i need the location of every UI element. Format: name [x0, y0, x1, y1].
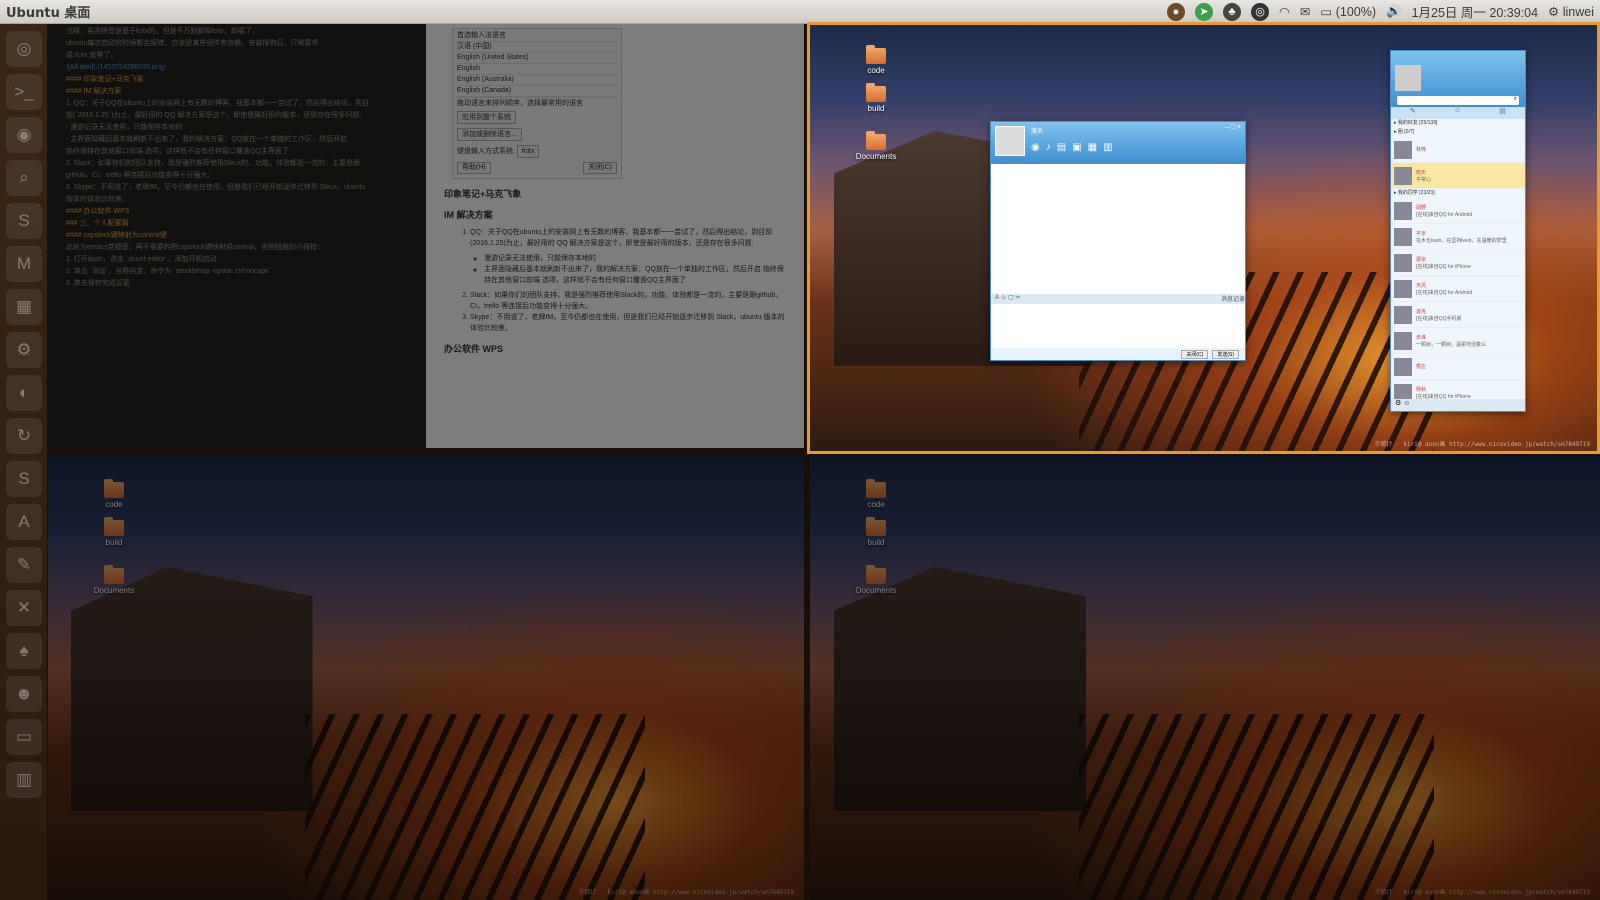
sublime-icon[interactable]: S — [6, 203, 42, 239]
workspace-1[interactable]: 注释：虽则拼音是基于fcitx的，但是千万别卸掉fcitx，卸载了，ubuntu… — [48, 24, 804, 448]
clock[interactable]: 1月25日 周一 20:39:04 — [1412, 2, 1538, 21]
battery-indicator[interactable]: ▭ (100%) — [1320, 4, 1376, 19]
pen-icon[interactable]: ✎ — [6, 547, 42, 583]
qq-tray-icon[interactable]: ● — [1167, 2, 1185, 21]
firefox-icon[interactable]: ◐ — [6, 375, 42, 411]
active-workspace-highlight — [807, 22, 1600, 454]
wifi-icon[interactable]: ◠ — [1279, 4, 1290, 19]
launcher: ◎ >_ ◉ ⌕ S M ▦ ⚙ ◐ ↻ S A ✎ ✕ ♠ ☻ ▭ ▥ — [0, 24, 48, 900]
battery-percent: (100%) — [1335, 5, 1376, 19]
inactive-overlay — [48, 456, 804, 900]
workspace-4[interactable]: code build Documents 夕焼け · kiri@ anon画 h… — [810, 456, 1600, 900]
top-panel: Ubuntu 桌面 ● ➤ ♣ ◎ ◠ ✉ ▭ (100%) 🔊 1月25日 周… — [0, 0, 1600, 24]
system-tray: ● ➤ ♣ ◎ ◠ ✉ ▭ (100%) 🔊 1月25日 周一 20:39:04… — [1167, 2, 1600, 21]
window-title: Ubuntu 桌面 — [6, 6, 91, 21]
qq-icon[interactable]: ☻ — [6, 676, 42, 712]
tools-icon[interactable]: ✕ — [6, 590, 42, 626]
penguin-tray-icon[interactable]: ♣ — [1223, 2, 1241, 21]
evernote-icon[interactable]: ♠ — [6, 633, 42, 669]
volume-icon[interactable]: 🔊 — [1386, 4, 1402, 19]
update-icon[interactable]: ↻ — [6, 418, 42, 454]
gmail-icon[interactable]: M — [6, 246, 42, 282]
settings-icon[interactable]: ⚙ — [6, 332, 42, 368]
software-center-icon[interactable]: A — [6, 504, 42, 540]
chrome-icon[interactable]: ◉ — [6, 117, 42, 153]
telegram-tray-icon[interactable]: ➤ — [1195, 2, 1213, 21]
workspace-3[interactable]: code build Documents 夕焼け · kiri@ anon画 h… — [48, 456, 804, 900]
user-menu[interactable]: ⚙ linwei — [1548, 4, 1594, 19]
trash-icon[interactable]: ▥ — [6, 762, 42, 798]
skype-icon[interactable]: S — [6, 461, 42, 497]
inactive-overlay — [48, 24, 804, 448]
terminal-icon[interactable]: >_ — [6, 74, 42, 110]
inactive-overlay — [810, 456, 1600, 900]
username: linwei — [1562, 5, 1594, 19]
ubuntu-one-icon[interactable]: ◎ — [1251, 2, 1269, 21]
ubuntu-icon[interactable]: ◎ — [6, 31, 42, 67]
file-manager-icon[interactable]: ▭ — [6, 719, 42, 755]
mail-icon[interactable]: ✉ — [1300, 4, 1310, 19]
apps-icon[interactable]: ▦ — [6, 289, 42, 325]
search-icon[interactable]: ⌕ — [6, 160, 42, 196]
